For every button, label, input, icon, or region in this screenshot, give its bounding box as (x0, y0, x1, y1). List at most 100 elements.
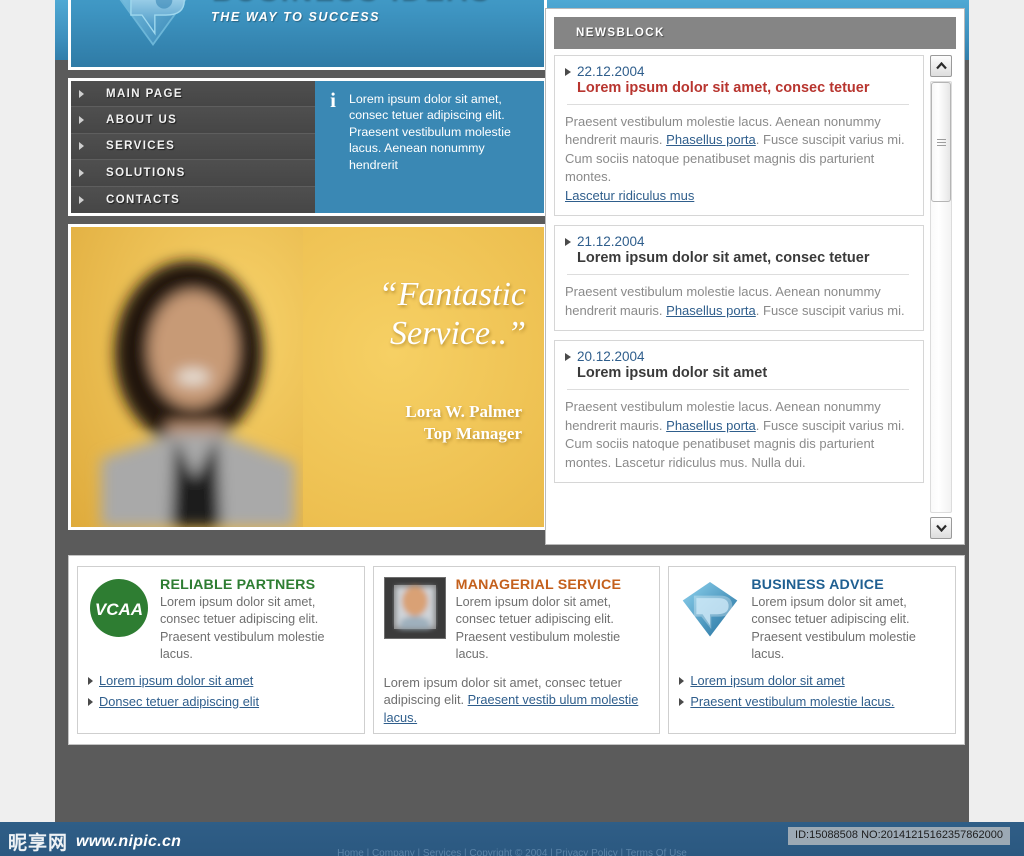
promo-links: Lorem ipsum dolor sit amet Praesent vest… (679, 672, 943, 715)
stock-id-tag: ID:15088508 NO:20141215162357862000 (788, 827, 1010, 845)
brand-header: BUSINESS IDEAS THE WAY TO SUCCESS (68, 0, 547, 70)
nav-label: ABOUT US (106, 114, 178, 127)
scroll-track[interactable] (930, 81, 952, 513)
hero-testimonial: “Fantastic Service..” Lora W. Palmer Top… (68, 224, 547, 530)
right-gutter (969, 0, 1024, 856)
news-inline-link[interactable]: Phasellus porta (666, 132, 756, 147)
news-title: Lorem ipsum dolor sit amet, consec tetue… (577, 80, 870, 96)
newsblock-scrollbar[interactable] (930, 55, 954, 539)
promo-body: Lorem ipsum dolor sit amet, consec tetue… (455, 595, 621, 662)
newsblock-heading: NEWSBLOCK (576, 27, 665, 39)
news-body: Praesent vestibulum molestie lacus. Aene… (565, 113, 911, 205)
news-title: Lorem ipsum dolor sit amet, consec tetue… (577, 250, 870, 267)
screenshot-root: ♪ sound Off (0, 0, 1024, 856)
promo-card-managerial-service: MANAGERIAL SERVICE Lorem ipsum dolor sit… (372, 566, 661, 734)
promo-card-reliable-partners: VCAA RELIABLE PARTNERS Lorem ipsum dolor… (77, 566, 365, 734)
arrow-right-icon (79, 195, 84, 204)
news-body: Praesent vestibulum molestie lacus. Aene… (565, 398, 911, 472)
hero-author-name: Lora W. Palmer (405, 402, 522, 421)
promo-link-item[interactable]: Praesent vestibulum molestie lacus. (679, 693, 943, 710)
triangle-right-icon (88, 676, 93, 685)
triangle-right-icon (679, 676, 685, 685)
promo-link-item[interactable]: Donsec tetuer adipiscing elit (88, 693, 352, 710)
triangle-right-icon (565, 352, 571, 361)
nav-item-main-page[interactable]: MAIN PAGE (71, 81, 315, 108)
left-column: BUSINESS IDEAS THE WAY TO SUCCESS MAIN P… (68, 0, 547, 530)
promo-body: Lorem ipsum dolor sit amet, consec tetue… (751, 595, 916, 662)
nav-item-about-us[interactable]: ABOUT US (71, 107, 315, 134)
hero-author: Lora W. Palmer Top Manager (405, 401, 522, 445)
promo-heading: RELIABLE PARTNERS (160, 577, 316, 593)
chevron-down-icon (935, 524, 947, 532)
promo-body: Lorem ipsum dolor sit amet, consec tetue… (160, 595, 325, 662)
brand-title: BUSINESS IDEAS (211, 0, 491, 7)
arrow-right-icon (79, 168, 84, 177)
hero-author-role: Top Manager (423, 424, 522, 444)
chevron-up-icon (935, 62, 947, 70)
nav-label: CONTACTS (106, 193, 181, 206)
vcaa-green-circle-logo-icon: VCAA (88, 577, 150, 639)
promo-link-item[interactable]: Lorem ipsum dolor sit amet (88, 672, 352, 689)
promo-heading: BUSINESS ADVICE (751, 577, 884, 593)
nav-label: SOLUTIONS (106, 166, 186, 179)
left-gutter (0, 0, 55, 856)
main-navigation: MAIN PAGE ABOUT US SERVICES SOLUTIONS CO… (71, 81, 315, 213)
news-date: 22.12.2004 (577, 64, 645, 79)
promo-heading: MANAGERIAL SERVICE (455, 577, 622, 593)
news-item[interactable]: 22.12.2004 Lorem ipsum dolor sit amet, c… (554, 55, 924, 217)
nav-and-info-panel: MAIN PAGE ABOUT US SERVICES SOLUTIONS CO… (68, 78, 547, 216)
triangle-right-icon (679, 697, 685, 706)
promo-link[interactable]: Lorem ipsum dolor sit amet (690, 672, 844, 689)
divider (567, 104, 909, 105)
nav-item-solutions[interactable]: SOLUTIONS (71, 160, 315, 187)
info-callout-text: Lorem ipsum dolor sit amet, consec tetue… (349, 92, 511, 172)
website-page: ♪ sound Off (55, 0, 969, 822)
news-list: 22.12.2004 Lorem ipsum dolor sit amet, c… (552, 55, 924, 539)
triangle-right-icon (565, 67, 571, 76)
promo-links: Lorem ipsum dolor sit amet Donsec tetuer… (88, 672, 352, 715)
scroll-up-button[interactable] (930, 55, 952, 77)
news-body-after: . Fusce suscipit varius mi. (755, 302, 905, 318)
promo-link[interactable]: Lorem ipsum dolor sit amet (99, 672, 253, 689)
promo-link[interactable]: Praesent vestibulum molestie lacus. (690, 693, 894, 710)
newsblock-header: NEWSBLOCK (554, 17, 956, 49)
svg-text:VCAA: VCAA (95, 600, 143, 619)
news-inline-link[interactable]: Phasellus porta (666, 418, 756, 433)
newsblock-panel: NEWSBLOCK 22.12.2004 Lorem ipsum dolor s… (545, 8, 965, 545)
triangle-right-icon (88, 697, 93, 706)
divider (567, 274, 909, 276)
arrow-right-icon (79, 116, 84, 125)
hero-quote-line1: “Fantastic (378, 276, 526, 313)
promo-link-item[interactable]: Lorem ipsum dolor sit amet (679, 672, 943, 689)
info-i-icon: i (330, 88, 336, 112)
news-title: Lorem ipsum dolor sit amet (577, 365, 768, 382)
info-callout: i Lorem ipsum dolor sit amet, consec tet… (315, 81, 544, 213)
promo-paragraph: Lorem ipsum dolor sit amet, consec tetue… (384, 674, 648, 728)
arrow-right-icon (79, 142, 84, 151)
news-date: 20.12.2004 (577, 349, 645, 365)
site-credit-line: Home | Company | Services | Copyright © … (337, 848, 687, 856)
brand-subtitle: THE WAY TO SUCCESS (211, 9, 381, 24)
news-inline-link[interactable]: Phasellus porta (666, 303, 756, 318)
nav-label: SERVICES (106, 140, 176, 153)
promo-link[interactable]: Donsec tetuer adipiscing elit (99, 693, 259, 710)
nav-label: MAIN PAGE (106, 87, 183, 100)
arrow-right-icon (79, 89, 84, 98)
hero-quote-line2: Service..” (390, 315, 526, 353)
framed-portrait-photo-icon (382, 576, 447, 640)
scroll-down-button[interactable] (930, 517, 952, 539)
news-item[interactable]: 21.12.2004 Lorem ipsum dolor sit amet, c… (554, 225, 924, 332)
triangle-right-icon (565, 237, 571, 246)
nav-item-services[interactable]: SERVICES (71, 133, 315, 161)
nav-item-contacts[interactable]: CONTACTS (71, 186, 315, 213)
scroll-thumb[interactable] (931, 82, 951, 202)
news-date: 21.12.2004 (577, 234, 645, 250)
promo-row: VCAA RELIABLE PARTNERS Lorem ipsum dolor… (68, 555, 965, 745)
divider (567, 389, 909, 391)
hero-quote: “Fantastic Service..” (379, 275, 526, 353)
news-tail-link[interactable]: Lascetur ridiculus mus (565, 188, 694, 203)
watermark-footer: 昵享网 www.nipic.cn Home | Company | Servic… (0, 822, 1024, 856)
news-item[interactable]: 20.12.2004 Lorem ipsum dolor sit amet Pr… (554, 340, 924, 483)
promo-card-business-advice: BUSINESS ADVICE Lorem ipsum dolor sit am… (668, 566, 957, 734)
diamond-arrow-logo-icon (679, 577, 741, 639)
